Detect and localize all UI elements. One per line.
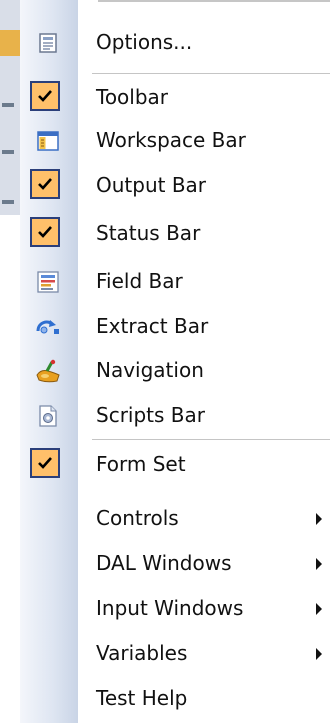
menu-item-dal-windows[interactable]: DAL Windows (20, 545, 330, 581)
menu-item-workspace-bar[interactable]: Workspace Bar (20, 122, 330, 158)
background-mark (2, 200, 14, 204)
menu-item-label: Extract Bar (96, 314, 209, 338)
menu-item-extract-bar[interactable]: Extract Bar (20, 308, 330, 344)
menu-item-label: DAL Windows (96, 551, 232, 575)
menu-item-navigation[interactable]: Navigation (20, 352, 330, 388)
navigation-icon (34, 357, 62, 385)
menu-item-input-windows[interactable]: Input Windows (20, 590, 330, 626)
submenu-arrow-icon (316, 648, 322, 660)
menu-item-label: Variables (96, 641, 188, 665)
background-mark (2, 150, 14, 154)
workspace-bar-icon (34, 127, 62, 155)
background-mark (2, 103, 14, 107)
menu-item-variables[interactable]: Variables (20, 635, 330, 671)
submenu-arrow-icon (316, 603, 322, 615)
menu-item-output-bar[interactable]: Output Bar (20, 167, 330, 203)
submenu-arrow-icon (316, 513, 322, 525)
extract-bar-icon (34, 313, 62, 341)
menu-separator (92, 439, 330, 440)
menu-item-label: Test Help (96, 686, 188, 710)
menu-item-test-help[interactable]: Test Help (20, 680, 330, 716)
menu-item-label: Navigation (96, 358, 204, 382)
menu-item-controls[interactable]: Controls (20, 500, 330, 536)
options-icon (34, 29, 62, 57)
check-icon (30, 217, 60, 247)
scripts-bar-icon (34, 402, 62, 430)
menu-item-options[interactable]: Options... (20, 24, 330, 60)
menu-item-label: Status Bar (96, 221, 201, 245)
menu-item-form-set[interactable]: Form Set (20, 446, 330, 482)
menu-item-label: Scripts Bar (96, 403, 205, 427)
menu-item-label: Input Windows (96, 596, 244, 620)
menu-item-toolbar[interactable]: Toolbar (20, 79, 330, 115)
menu-top-border (98, 0, 330, 2)
menu-item-label: Toolbar (96, 85, 169, 109)
menu-item-label: Options... (96, 30, 193, 54)
menu-item-label: Form Set (96, 452, 186, 476)
menu-item-field-bar[interactable]: Field Bar (20, 263, 330, 299)
check-icon (30, 81, 60, 111)
menu-separator (92, 73, 330, 74)
check-icon (30, 448, 60, 478)
background-window-edge (0, 0, 20, 215)
background-strip (0, 30, 20, 56)
view-menu: Options... Toolbar Workspace Bar Output … (20, 0, 330, 723)
menu-item-label: Workspace Bar (96, 128, 246, 152)
menu-item-label: Controls (96, 506, 179, 530)
submenu-arrow-icon (316, 558, 322, 570)
check-icon (30, 169, 60, 199)
field-bar-icon (34, 268, 62, 296)
menu-item-status-bar[interactable]: Status Bar (20, 215, 330, 251)
menu-item-label: Output Bar (96, 173, 207, 197)
menu-item-scripts-bar[interactable]: Scripts Bar (20, 397, 330, 433)
menu-item-label: Field Bar (96, 269, 183, 293)
